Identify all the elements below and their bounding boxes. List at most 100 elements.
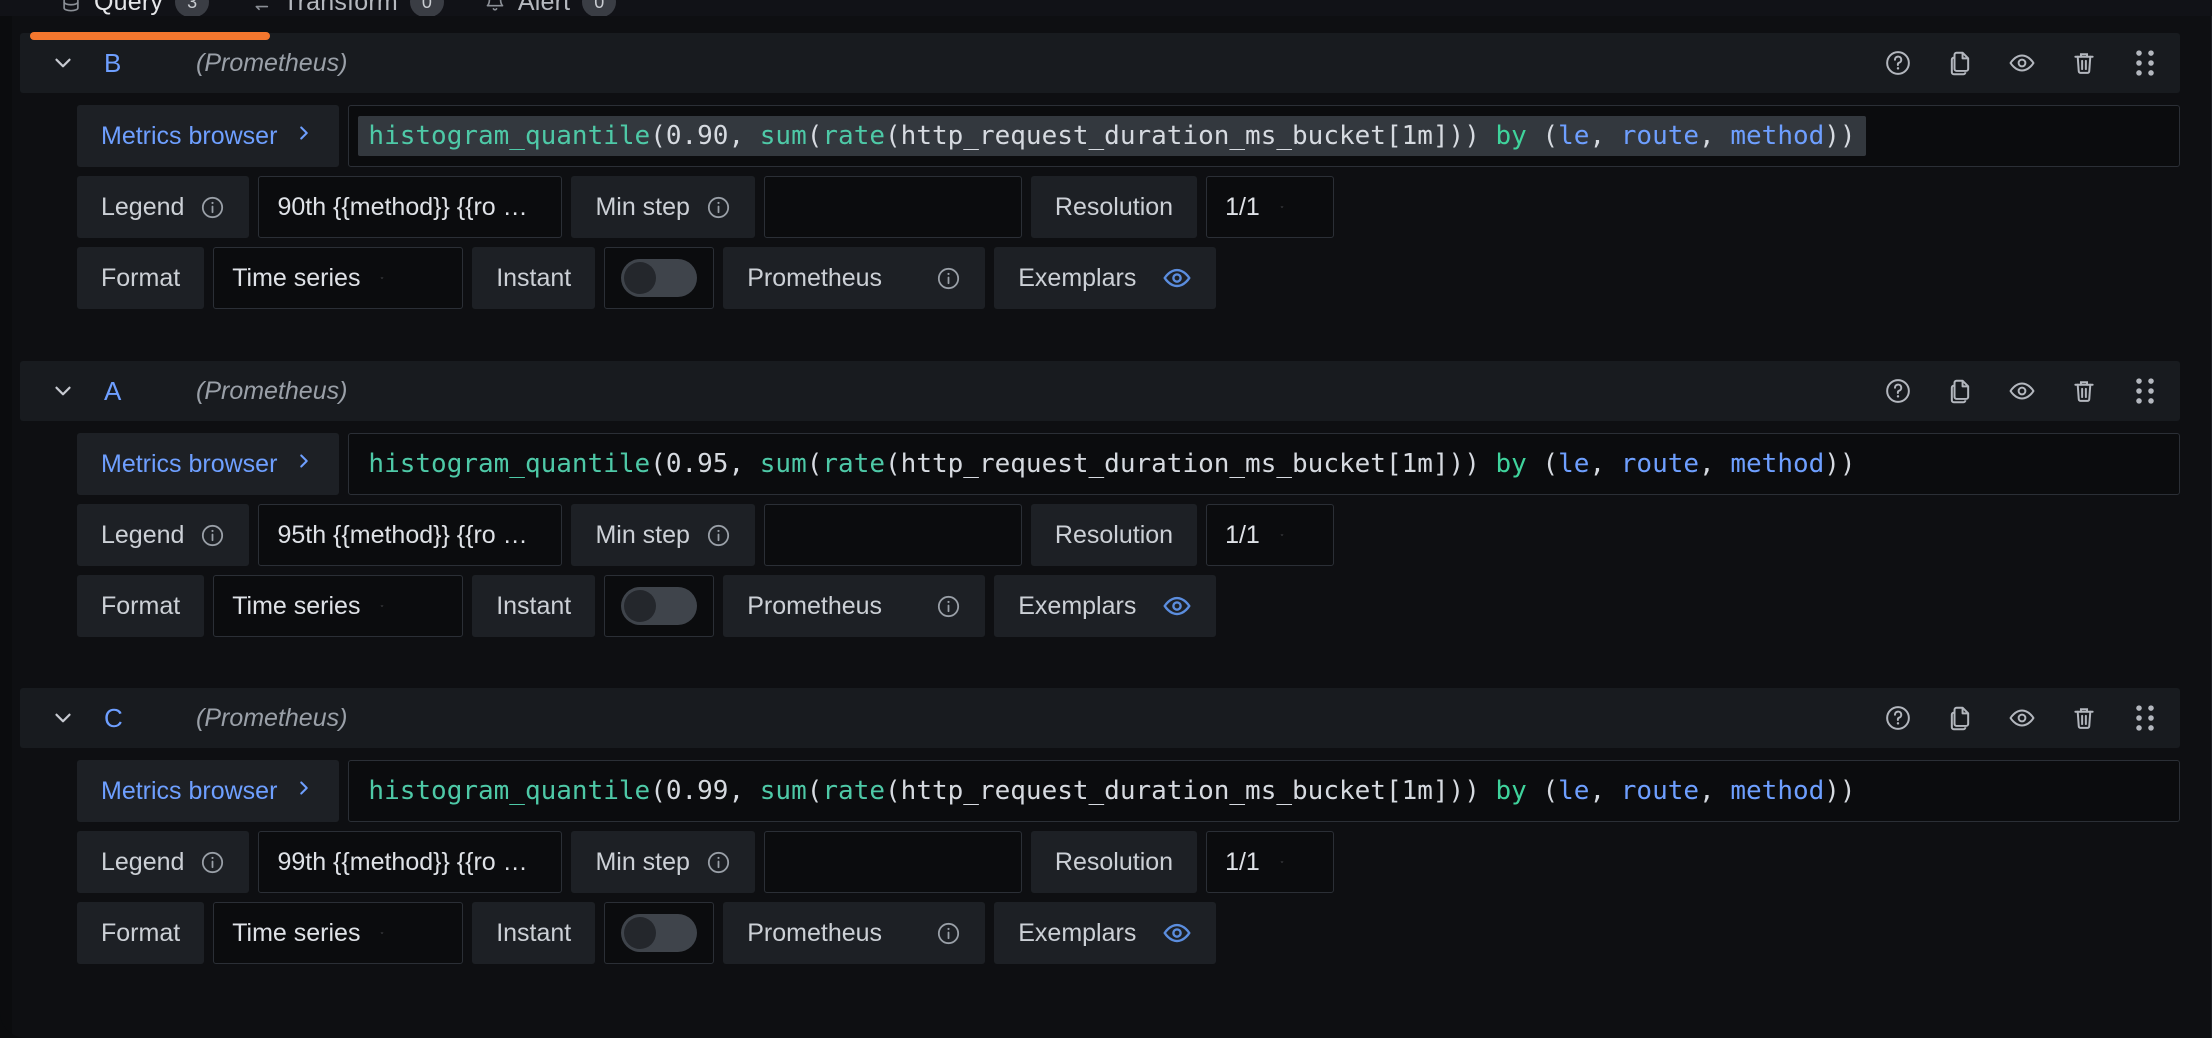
instant-label-text: Instant	[496, 591, 572, 620]
info-icon[interactable]	[200, 195, 225, 220]
legend-input[interactable]: 90th {{method}} {{ro …	[258, 176, 563, 238]
code-token: 0.95	[665, 449, 729, 479]
eye-icon[interactable]	[2008, 704, 2036, 732]
min-step-input[interactable]	[763, 176, 1022, 238]
format-select[interactable]: Time series	[213, 902, 464, 964]
promql-expression-input[interactable]: histogram_quantile(0.90, sum(rate(http_r…	[348, 105, 2180, 167]
chevron-down-icon	[360, 266, 384, 290]
exemplars-button[interactable]: Exemplars	[994, 575, 1217, 637]
code-token: by	[1495, 776, 1527, 806]
info-icon[interactable]	[200, 523, 225, 548]
promql-expression-input[interactable]: histogram_quantile(0.99, sum(rate(http_r…	[348, 760, 2180, 822]
metrics-browser-button[interactable]: Metrics browser	[77, 105, 340, 167]
code-token: route	[1620, 121, 1700, 151]
promql-expression-input[interactable]: histogram_quantile(0.95, sum(rate(http_r…	[348, 433, 2180, 495]
info-icon[interactable]	[936, 921, 961, 946]
info-icon[interactable]	[706, 523, 731, 548]
query-header-actions	[1884, 48, 2158, 78]
query-refid[interactable]: A	[104, 376, 196, 407]
info-icon[interactable]	[706, 850, 731, 875]
min-step-label-text: Min step	[595, 847, 690, 876]
instant-toggle[interactable]	[604, 902, 715, 964]
format-select[interactable]: Time series	[213, 247, 464, 309]
duplicate-icon[interactable]	[1946, 704, 1974, 732]
query-body: Metrics browser histogram_quantile(0.95, …	[20, 421, 2180, 637]
metrics-browser-button[interactable]: Metrics browser	[77, 760, 340, 822]
query-body: Metrics browser histogram_quantile(0.99, …	[20, 748, 2180, 964]
exemplars-eye-icon	[1162, 591, 1192, 621]
drag-handle-icon[interactable]	[2132, 703, 2158, 733]
format-select[interactable]: Time series	[213, 575, 464, 637]
drag-handle-icon[interactable]	[2132, 48, 2158, 78]
instant-label: Instant	[472, 247, 596, 309]
help-icon[interactable]	[1884, 49, 1912, 77]
collapse-chevron-icon[interactable]	[50, 378, 104, 404]
code-token: le	[1558, 121, 1590, 151]
collapse-chevron-icon[interactable]	[50, 705, 104, 731]
query-header: A (Prometheus)	[20, 361, 2180, 421]
instant-toggle-switch	[621, 914, 698, 952]
exemplars-label-text: Exemplars	[1018, 918, 1137, 947]
legend-options-row: Legend 90th {{method}} {{ro … Min step Reso…	[77, 176, 2180, 238]
legend-label: Legend	[77, 176, 250, 238]
min-step-label: Min step	[571, 176, 755, 238]
chevron-right-icon	[293, 450, 315, 479]
resolution-value: 1/1	[1225, 847, 1260, 876]
min-step-input[interactable]	[763, 504, 1022, 566]
collapse-chevron-icon[interactable]	[50, 50, 104, 76]
resolution-label-text: Resolution	[1054, 520, 1174, 549]
query-datasource-label: (Prometheus)	[196, 703, 348, 732]
tab-alert[interactable]: Alert 0	[484, 0, 617, 16]
code-token: ))	[1824, 776, 1856, 806]
exemplars-eye-icon	[1162, 263, 1192, 293]
tab-count-badge: 3	[175, 0, 210, 16]
min-step-label-text: Min step	[595, 520, 690, 549]
info-icon[interactable]	[706, 195, 731, 220]
code-token: ,	[1589, 121, 1621, 151]
eye-icon[interactable]	[2008, 49, 2036, 77]
info-icon[interactable]	[936, 266, 961, 291]
tab-label: Query	[94, 0, 164, 16]
legend-input[interactable]: 95th {{method}} {{ro …	[258, 504, 563, 566]
min-step-input[interactable]	[763, 831, 1022, 893]
duplicate-icon[interactable]	[1946, 377, 1974, 405]
legend-input[interactable]: 99th {{method}} {{ro …	[258, 831, 563, 893]
trash-icon[interactable]	[2070, 704, 2098, 732]
tab-transform[interactable]: Transform 0	[249, 0, 444, 16]
exemplars-button[interactable]: Exemplars	[994, 247, 1217, 309]
exemplars-button[interactable]: Exemplars	[994, 902, 1217, 964]
format-options-row: Format Time series Instant Prometheus Exempl…	[77, 575, 2180, 637]
code-token: (	[1526, 776, 1559, 806]
trash-icon[interactable]	[2070, 377, 2098, 405]
resolution-select[interactable]: 1/1	[1206, 504, 1335, 566]
query-refid[interactable]: B	[104, 48, 196, 79]
instant-toggle[interactable]	[604, 247, 715, 309]
query-datasource-label: (Prometheus)	[196, 376, 348, 405]
eye-icon[interactable]	[2008, 377, 2036, 405]
duplicate-icon[interactable]	[1946, 49, 1974, 77]
info-icon[interactable]	[200, 850, 225, 875]
help-icon[interactable]	[1884, 704, 1912, 732]
instant-toggle[interactable]	[604, 575, 715, 637]
code-token: ,	[728, 121, 760, 151]
tab-query[interactable]: Query 3	[60, 0, 210, 16]
metrics-browser-button[interactable]: Metrics browser	[77, 433, 340, 495]
resolution-select[interactable]: 1/1	[1206, 831, 1335, 893]
tab-count-badge: 0	[409, 0, 444, 16]
format-value: Time series	[232, 591, 361, 620]
code-token: route	[1620, 449, 1700, 479]
code-token: rate	[822, 449, 886, 479]
chevron-down-icon	[1260, 850, 1284, 874]
query-refid[interactable]: C	[104, 703, 196, 734]
expression-row: Metrics browser histogram_quantile(0.99, …	[77, 760, 2180, 822]
queries-panel: B (Prometheus) Metrics browser histogram_qu…	[0, 16, 2212, 1038]
resolution-select[interactable]: 1/1	[1206, 176, 1335, 238]
help-icon[interactable]	[1884, 377, 1912, 405]
drag-handle-icon[interactable]	[2132, 376, 2158, 406]
tab-count-badge: 0	[582, 0, 617, 16]
format-label-text: Format	[101, 591, 181, 620]
trash-icon[interactable]	[2070, 49, 2098, 77]
promql-expression-text: histogram_quantile(0.90, sum(rate(http_r…	[358, 116, 1866, 156]
active-tab-underline	[30, 32, 270, 40]
info-icon[interactable]	[936, 594, 961, 619]
